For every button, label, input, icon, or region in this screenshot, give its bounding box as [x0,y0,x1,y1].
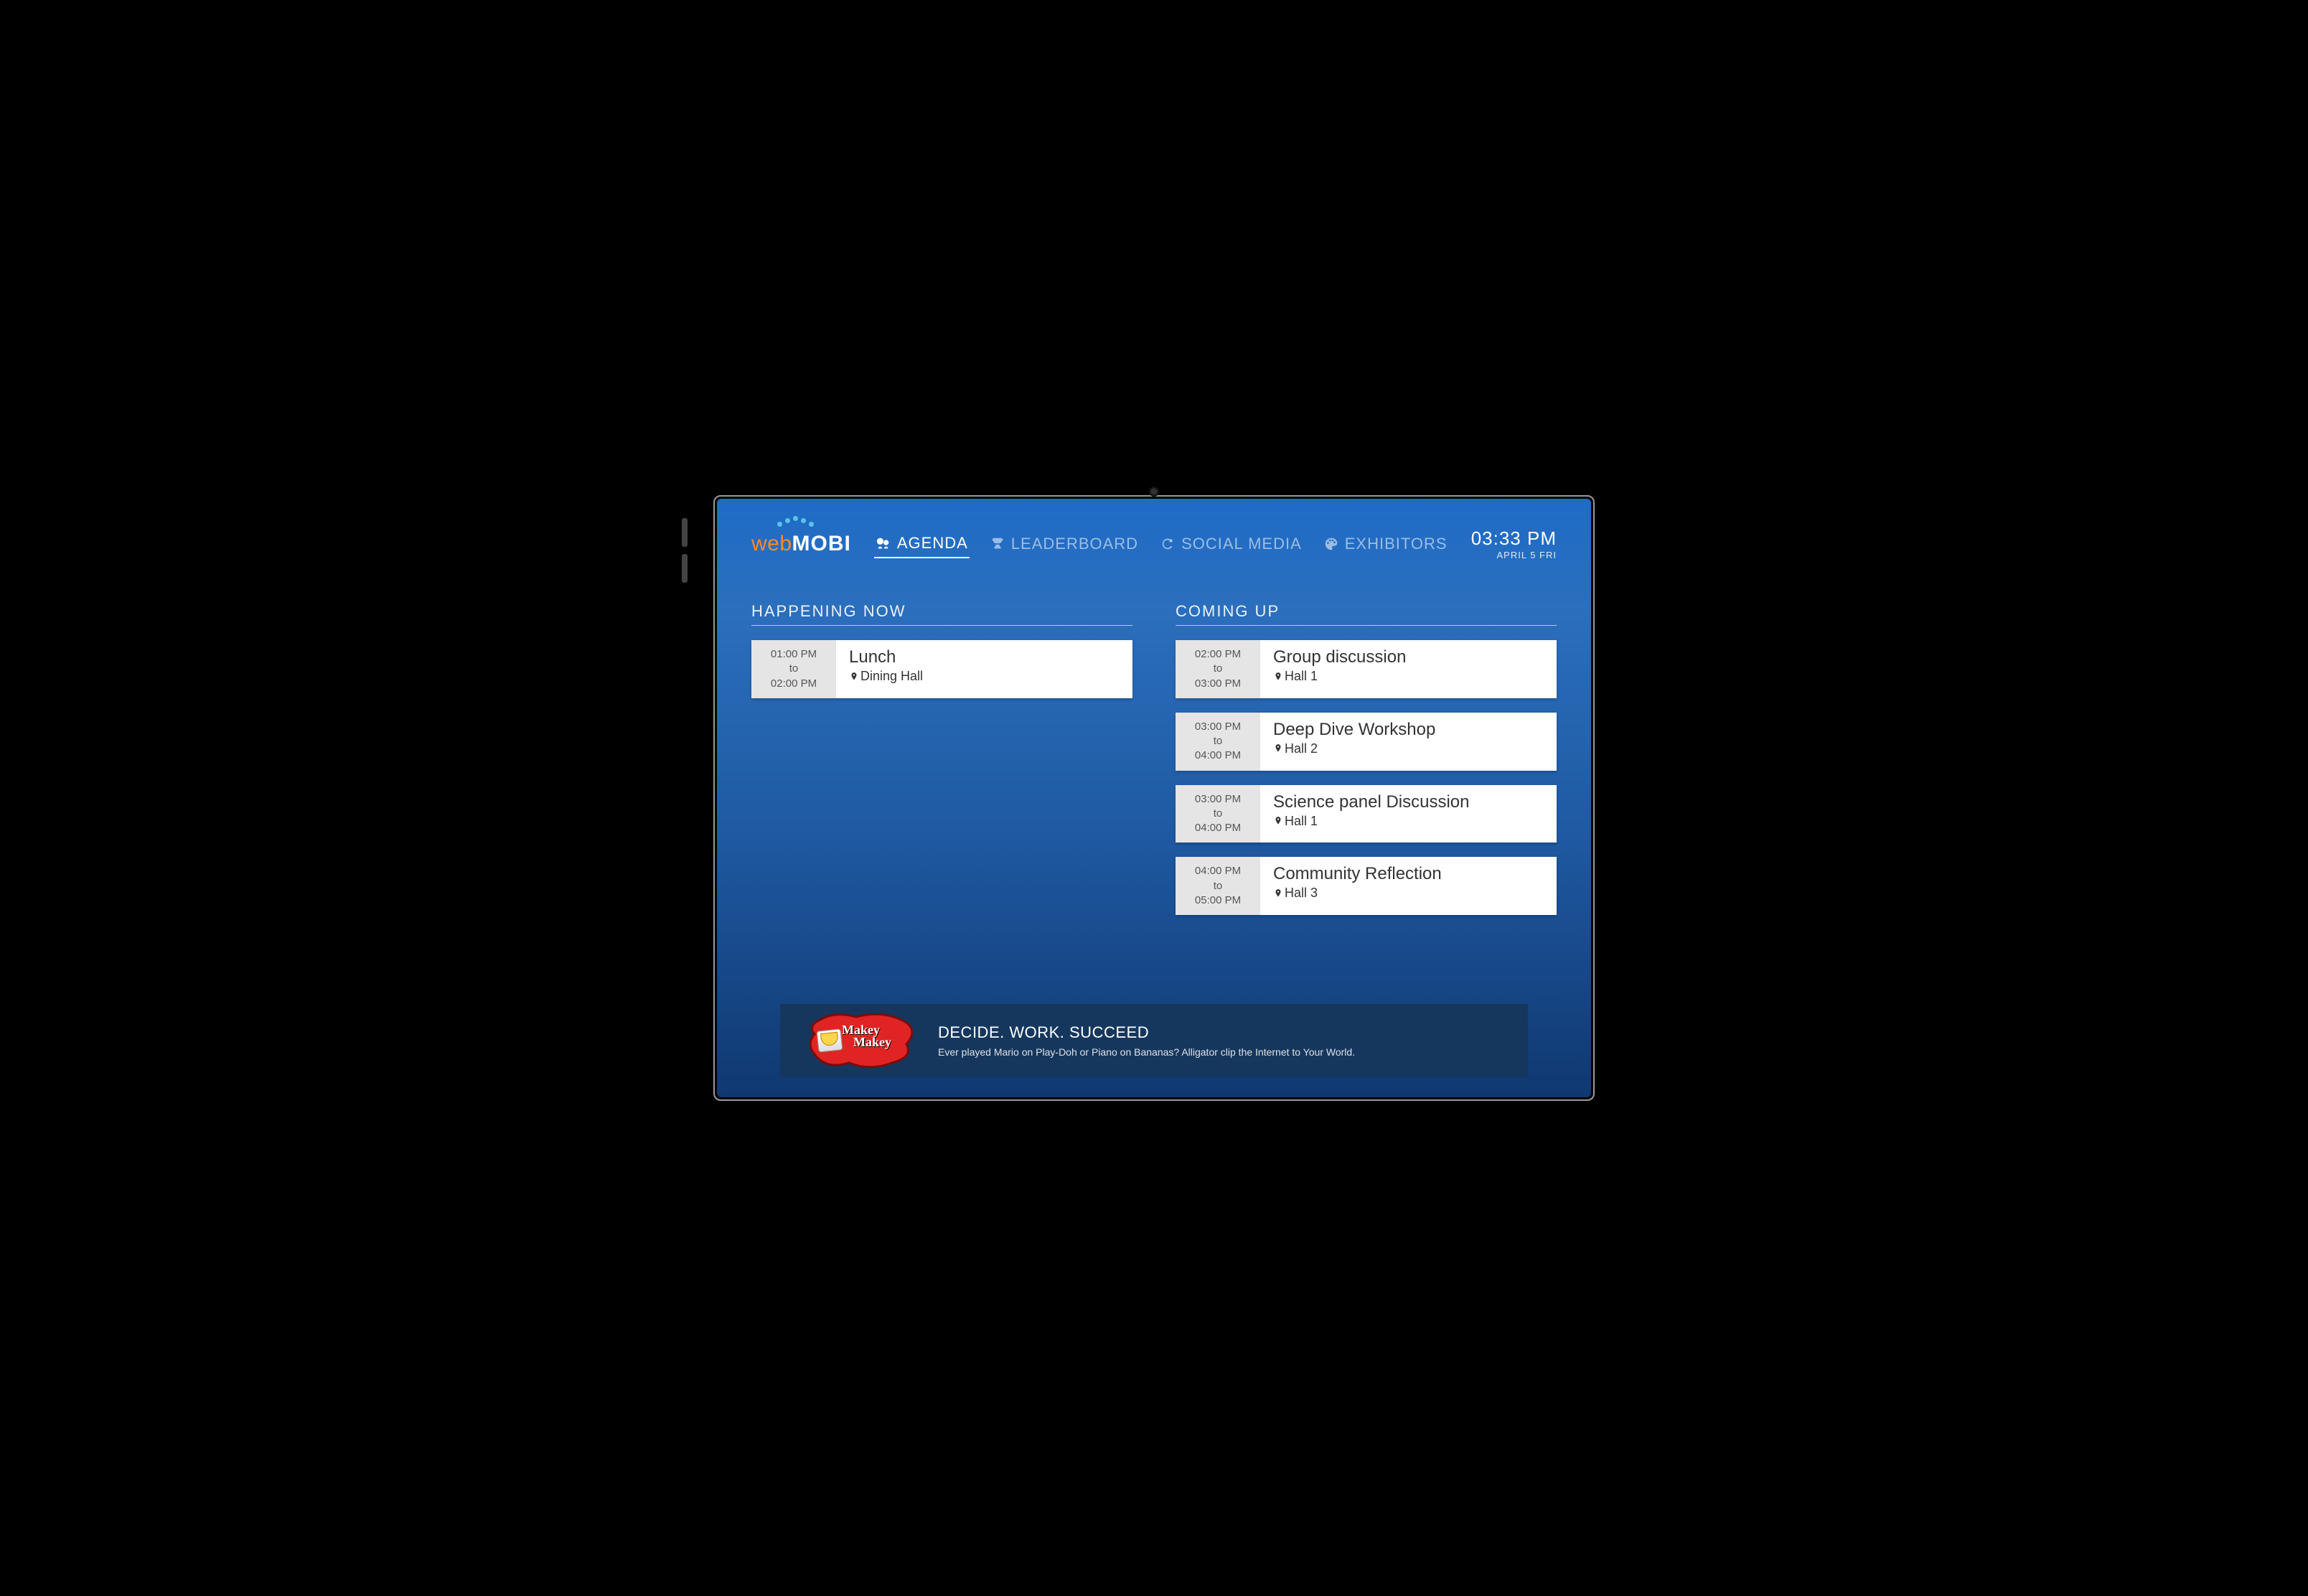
app-logo: web MOBI [751,532,851,556]
logo-part-mobi: MOBI [792,532,851,556]
sponsor-logo-text2: Makey [853,1036,891,1048]
pin-icon [1273,887,1283,900]
event-end: 02:00 PM [757,677,830,691]
event-title: Deep Dive Workshop [1273,720,1544,740]
tab-leaderboard-label: LEADERBOARD [1011,535,1138,553]
event-location: Dining Hall [849,669,1120,684]
event-title: Community Reflection [1273,864,1544,884]
pin-icon [1273,815,1283,827]
pin-icon [1273,670,1283,683]
column-now: HAPPENING NOW 01:00 PM to 02:00 PM Lunch… [751,602,1132,998]
column-upcoming: COMING UP 02:00 PM to 03:00 PM Group dis… [1176,602,1557,998]
event-location-text: Dining Hall [860,669,923,684]
tab-agenda[interactable]: AGENDA [874,530,970,558]
tab-social-label: SOCIAL MEDIA [1181,535,1302,553]
chat-icon [876,535,891,551]
event-card[interactable]: 01:00 PM to 02:00 PM Lunch Dining Hall [751,640,1132,698]
event-start: 03:00 PM [1181,792,1254,807]
content-area: HAPPENING NOW 01:00 PM to 02:00 PM Lunch… [751,602,1557,998]
sponsor-copy: DECIDE. WORK. SUCCEED Ever played Mario … [938,1023,1355,1058]
event-start: 03:00 PM [1181,720,1254,734]
sponsor-banner[interactable]: Makey Makey DECIDE. WORK. SUCCEED Ever p… [780,1004,1528,1077]
event-location-text: Hall 3 [1285,886,1318,901]
event-card[interactable]: 04:00 PM to 05:00 PM Community Reflectio… [1176,857,1557,915]
event-to: to [757,662,830,676]
event-to: to [1181,879,1254,893]
event-start: 04:00 PM [1181,864,1254,878]
device-button [682,518,688,547]
event-time: 02:00 PM to 03:00 PM [1176,640,1260,698]
event-end: 05:00 PM [1181,893,1254,908]
event-start: 01:00 PM [757,647,830,662]
device-button [682,554,688,583]
palette-icon [1323,536,1339,552]
event-title: Science panel Discussion [1273,792,1544,812]
sponsor-headline: DECIDE. WORK. SUCCEED [938,1023,1355,1042]
event-location: Hall 3 [1273,886,1544,901]
tab-social[interactable]: SOCIAL MEDIA [1158,530,1303,558]
event-time: 03:00 PM to 04:00 PM [1176,785,1260,843]
tab-exhibitors-label: EXHIBITORS [1345,535,1448,553]
event-to: to [1181,662,1254,676]
event-location-text: Hall 1 [1285,669,1318,684]
clock: 03:33 PM APRIL 5 FRI [1471,527,1557,560]
tab-exhibitors[interactable]: EXHIBITORS [1322,530,1449,558]
event-end: 04:00 PM [1181,748,1254,763]
event-location: Hall 1 [1273,669,1544,684]
sponsor-sub: Ever played Mario on Play-Doh or Piano o… [938,1046,1355,1058]
logo-part-web: web [751,532,792,556]
event-location: Hall 1 [1273,814,1544,829]
event-time: 03:00 PM to 04:00 PM [1176,713,1260,771]
header: web MOBI AGENDA LEADERBOARD SOCIAL MEDIA [751,527,1557,560]
event-time: 04:00 PM to 05:00 PM [1176,857,1260,915]
device-camera [1149,487,1159,497]
sponsor-logo: Makey Makey [806,1013,914,1069]
refresh-icon [1160,536,1176,552]
clock-time: 03:33 PM [1471,527,1557,550]
event-to: to [1181,734,1254,748]
event-end: 04:00 PM [1181,821,1254,835]
event-end: 03:00 PM [1181,677,1254,691]
event-title: Group discussion [1273,647,1544,667]
event-time: 01:00 PM to 02:00 PM [751,640,836,698]
tab-agenda-label: AGENDA [897,534,968,553]
trophy-icon [990,536,1005,552]
event-card[interactable]: 03:00 PM to 04:00 PM Deep Dive Workshop … [1176,713,1557,771]
event-card[interactable]: 03:00 PM to 04:00 PM Science panel Discu… [1176,785,1557,843]
section-header-now: HAPPENING NOW [751,602,1132,626]
event-location-text: Hall 1 [1285,814,1318,829]
section-header-up: COMING UP [1176,602,1557,626]
app-screen: web MOBI AGENDA LEADERBOARD SOCIAL MEDIA [717,499,1591,1097]
event-card[interactable]: 02:00 PM to 03:00 PM Group discussion Ha… [1176,640,1557,698]
event-title: Lunch [849,647,1120,667]
clock-date: APRIL 5 FRI [1471,550,1557,560]
event-start: 02:00 PM [1181,647,1254,662]
pin-icon [1273,742,1283,755]
event-to: to [1181,807,1254,821]
tablet-frame: web MOBI AGENDA LEADERBOARD SOCIAL MEDIA [688,475,1620,1121]
event-location: Hall 2 [1273,741,1544,756]
tab-leaderboard[interactable]: LEADERBOARD [988,530,1140,558]
pin-icon [849,670,859,683]
event-location-text: Hall 2 [1285,741,1318,756]
nav-tabs: AGENDA LEADERBOARD SOCIAL MEDIA EXHIBITO… [874,530,1449,558]
